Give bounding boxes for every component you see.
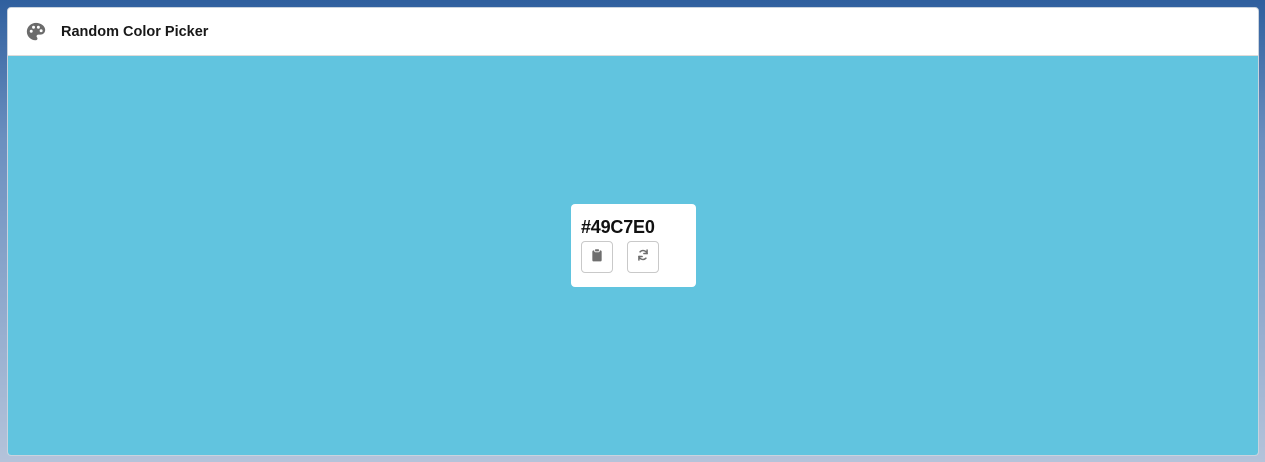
refresh-icon [636, 248, 650, 267]
app-header: Random Color Picker [8, 8, 1258, 56]
app-card: Random Color Picker #49C7E0 [7, 7, 1259, 456]
clipboard-icon [590, 247, 604, 267]
color-info-card: #49C7E0 [571, 204, 696, 287]
color-canvas: #49C7E0 [8, 56, 1258, 455]
color-hex-label: #49C7E0 [581, 217, 655, 237]
copy-button[interactable] [581, 241, 613, 273]
palette-icon [24, 20, 48, 44]
action-buttons [581, 241, 686, 273]
page-title: Random Color Picker [61, 23, 209, 40]
refresh-button[interactable] [627, 241, 659, 273]
